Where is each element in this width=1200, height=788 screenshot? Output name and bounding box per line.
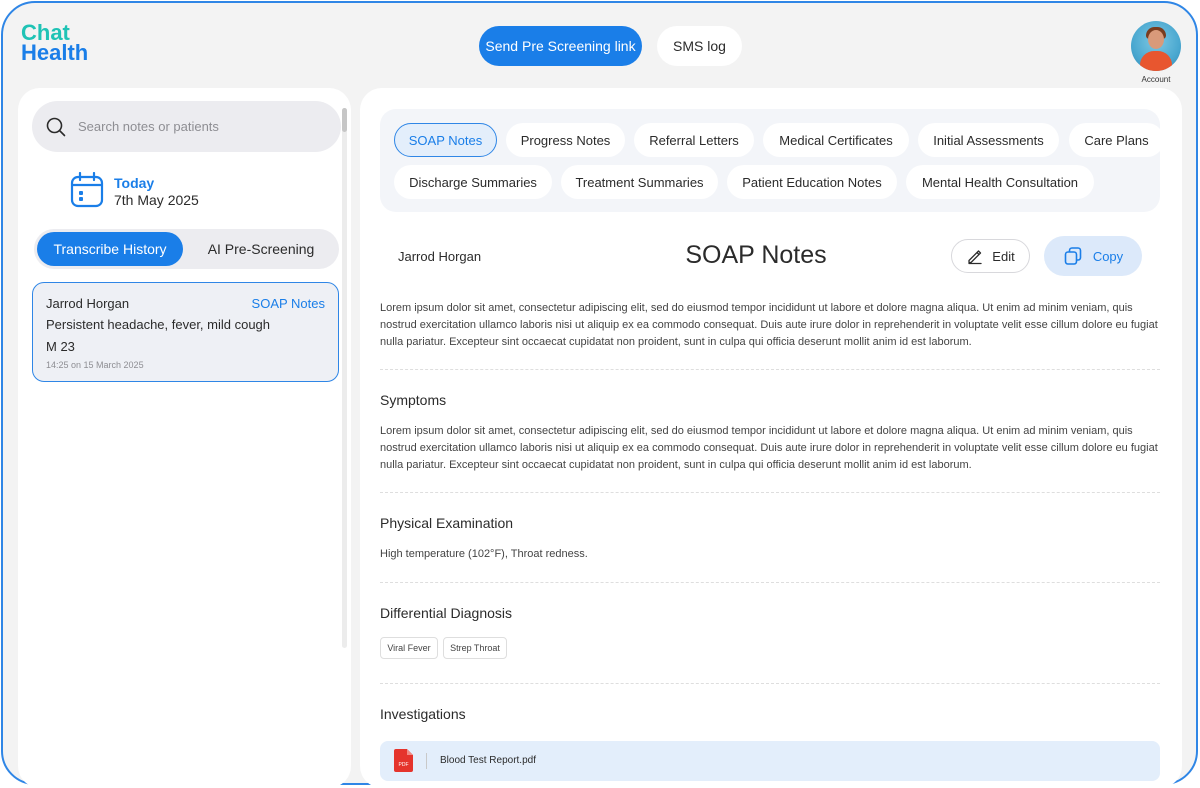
tab-patient-education-notes[interactable]: Patient Education Notes — [727, 165, 897, 199]
date-label: Today — [114, 175, 155, 191]
section-divider — [380, 683, 1160, 684]
copy-label: Copy — [1092, 248, 1124, 264]
history-toggle[interactable]: Transcribe History AI Pre-Screening — [34, 229, 339, 269]
app-logo: Chat Health — [21, 22, 89, 65]
intro-paragraph: Lorem ipsum dolor sit amet, consectetur … — [380, 302, 1158, 348]
pencil-icon — [968, 250, 982, 265]
record-demographics: M 23 — [46, 339, 75, 354]
record-patient-name: Jarrod Horgan — [46, 296, 130, 311]
tab-discharge-summaries[interactable]: Discharge Summaries — [394, 165, 552, 199]
tab-medical-certificates[interactable]: Medical Certificates — [763, 123, 909, 157]
attachment-row[interactable]: PDF Blood Test Report.pdf — [380, 741, 1160, 781]
copy-icon — [1064, 247, 1082, 265]
search-input[interactable] — [78, 115, 328, 137]
page-title: SOAP Notes — [685, 241, 827, 269]
note-type-tabs: SOAP Notes Progress Notes Referral Lette… — [380, 109, 1160, 212]
investigations-heading: Investigations — [380, 706, 466, 722]
section-divider — [380, 582, 1160, 583]
edit-label: Edit — [992, 248, 1015, 264]
send-pre-screening-button[interactable]: Send Pre Screening link — [479, 26, 642, 66]
section-divider — [380, 369, 1160, 370]
record-note-type: SOAP Notes — [251, 296, 325, 311]
calendar-icon — [70, 172, 104, 208]
account-label: Account — [1141, 75, 1171, 84]
tab-referral-letters[interactable]: Referral Letters — [634, 123, 754, 157]
tab-treatment-summaries[interactable]: Treatment Summaries — [561, 165, 718, 199]
tab-mental-health-consultation[interactable]: Mental Health Consultation — [906, 165, 1094, 199]
toggle-ai-pre-screening[interactable]: AI Pre-Screening — [186, 232, 336, 266]
tab-care-plans[interactable]: Care Plans — [1069, 123, 1160, 157]
record-symptoms: Persistent headache, fever, mild cough — [46, 317, 271, 332]
attachment-file-name[interactable]: Blood Test Report.pdf — [440, 755, 536, 766]
section-divider — [380, 492, 1160, 493]
logo-line-health: Health — [21, 40, 89, 65]
avatar[interactable] — [1131, 21, 1181, 71]
edit-button[interactable]: Edit — [951, 239, 1030, 273]
search-bar[interactable] — [32, 101, 341, 152]
history-record-card[interactable]: Jarrod Horgan SOAP Notes Persistent head… — [32, 282, 339, 382]
tab-soap-notes[interactable]: SOAP Notes — [394, 123, 497, 157]
physical-exam-text: High temperature (102°F), Throat redness… — [380, 548, 588, 560]
toggle-transcribe-history[interactable]: Transcribe History — [37, 232, 183, 266]
patient-name: Jarrod Horgan — [398, 249, 482, 264]
copy-button[interactable]: Copy — [1044, 236, 1142, 276]
diagnosis-tag: Strep Throat — [443, 637, 507, 659]
pdf-file-icon: PDF — [394, 749, 413, 772]
physical-exam-heading: Physical Examination — [380, 515, 514, 531]
account-menu[interactable]: Account — [1129, 21, 1183, 84]
record-timestamp: 14:25 on 15 March 2025 — [46, 360, 144, 370]
symptoms-heading: Symptoms — [380, 392, 447, 408]
symptoms-paragraph: Lorem ipsum dolor sit amet, consectetur … — [380, 425, 1158, 471]
tab-progress-notes[interactable]: Progress Notes — [506, 123, 625, 157]
differential-heading: Differential Diagnosis — [380, 605, 513, 621]
sidebar-scrollbar-thumb[interactable] — [342, 108, 347, 132]
diagnosis-tag: Viral Fever — [380, 637, 438, 659]
sms-log-button[interactable]: SMS log — [657, 26, 742, 66]
sidebar-scrollbar[interactable] — [342, 108, 347, 648]
search-icon — [46, 117, 66, 137]
date-value: 7th May 2025 — [114, 192, 199, 208]
svg-text:PDF: PDF — [399, 762, 409, 768]
tab-initial-assessments[interactable]: Initial Assessments — [918, 123, 1059, 157]
